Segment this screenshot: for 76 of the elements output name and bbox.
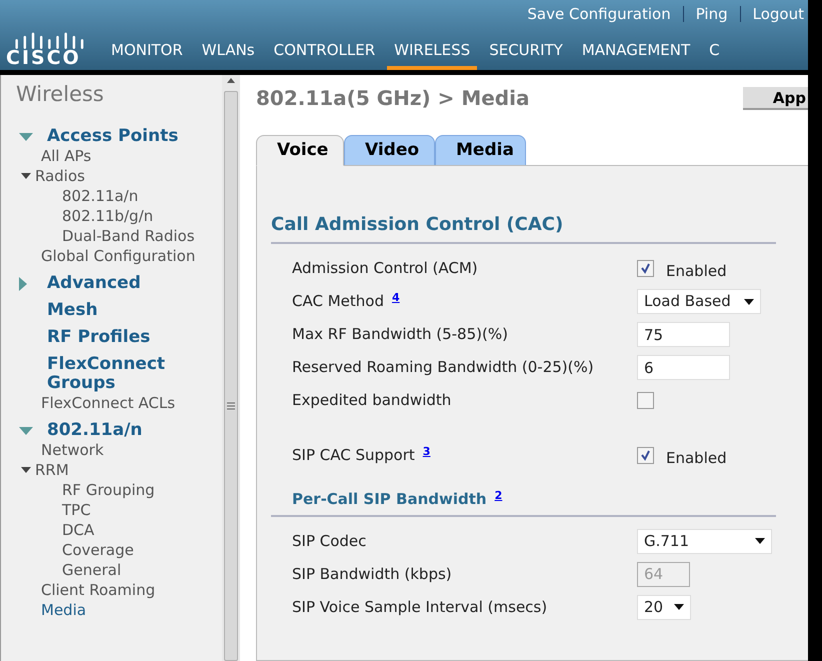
footnote-link[interactable]: 4 [392,290,400,307]
check-icon [640,263,651,274]
dropdown-arrow-icon [744,298,754,304]
sidebar-item[interactable]: Global Configuration [41,246,196,266]
sidebar-item[interactable]: FlexConnect ACLs [41,393,176,413]
sidebar-item[interactable]: Radios [35,166,85,186]
collapsed-triangle-icon[interactable] [19,276,27,290]
footnote-link[interactable]: 3 [422,444,430,461]
sidebar-item[interactable]: 802.11b/g/n [62,206,154,226]
sidebar-item[interactable]: DCA [62,520,94,540]
dropdown-arrow-icon [755,538,765,544]
dropdown-arrow-icon [674,604,684,610]
nav-tab[interactable]: SECURITY [482,40,570,70]
sidebar-item[interactable]: Coverage [62,540,134,560]
sidebar-section[interactable]: 802.11a/n [47,421,187,440]
expanded-caret-icon[interactable] [21,173,31,179]
sidebar-title: Wireless [15,81,105,107]
dropdown[interactable]: G.711 [637,528,772,554]
footnote-link[interactable]: 2 [494,488,502,504]
field-label: SIP Voice Sample Interval (msecs) [292,596,548,618]
input-field[interactable]: 75 [637,322,730,347]
sidebar-item[interactable]: TPC [62,500,91,520]
field-label: Admission Control (ACM) [292,258,478,280]
tab[interactable]: Voice [256,135,344,166]
apply-button[interactable]: App [742,87,808,110]
field-label: CAC Method [292,291,384,312]
expanded-caret-icon[interactable] [21,467,31,473]
expanded-triangle-icon[interactable] [19,132,33,140]
sidebar-item[interactable]: Network [41,440,104,460]
checkbox-label: Enabled [666,261,727,282]
checkbox-label: Enabled [666,448,727,470]
sidebar-item[interactable]: 802.11a/n [62,186,138,206]
grip-icon [227,402,235,410]
nav-tab[interactable]: MANAGEMENT [574,40,698,70]
section-heading: Call Admission Control (CAC) [271,213,564,237]
field-label: Reserved Roaming Bandwidth (0-25)(%) [292,357,594,378]
dropdown[interactable]: Load Based [637,289,761,314]
sidebar-item[interactable]: RF Grouping [62,480,155,500]
sidebar-section[interactable]: Access Points [47,127,187,146]
checkbox[interactable] [637,447,654,464]
sidebar-section[interactable]: FlexConnect Groups [47,355,187,393]
checkbox[interactable] [637,392,654,409]
dropdown[interactable]: 20 [637,594,691,620]
section-heading: Per-Call SIP Bandwidth [292,489,487,510]
sidebar-item[interactable]: Client Roaming [41,580,156,600]
page-title: 802.11a(5 GHz) > Media [256,85,530,111]
check-icon [640,450,651,461]
tab[interactable]: Video [344,135,435,166]
scrollbar-thumb[interactable] [224,91,238,661]
sidebar-item[interactable]: Dual-Band Radios [62,226,195,246]
checkbox[interactable] [637,260,654,277]
header-link[interactable]: Save Configuration [527,4,671,24]
logo-text: CISCO [6,49,81,67]
sidebar-item[interactable]: RRM [35,460,69,480]
nav-tab[interactable]: MONITOR [104,40,190,70]
scrollbar[interactable] [222,75,240,661]
sidebar-item[interactable]: All APs [41,146,92,166]
sidebar-section[interactable]: RF Profiles [47,328,187,347]
field-label: SIP CAC Support [292,445,415,466]
nav-tab[interactable]: C [702,40,727,70]
field-label: SIP Bandwidth (kbps) [292,564,452,585]
nav-tab[interactable]: CONTROLLER [266,40,382,70]
field-label: Max RF Bandwidth (5-85)(%) [292,324,508,346]
field-label: Expedited bandwidth [292,390,452,412]
input-field[interactable]: 6 [637,355,730,380]
header-link[interactable]: Logout [752,4,804,24]
field-label: SIP Codec [292,530,366,552]
sidebar-item[interactable]: Media [41,600,86,620]
sidebar-section[interactable]: Advanced [47,274,187,293]
header-link[interactable]: Ping [696,4,728,24]
scroll-up-arrow-icon[interactable] [227,78,235,83]
tab[interactable]: Media [435,135,526,166]
sidebar-section[interactable]: Mesh [47,301,187,320]
expanded-triangle-icon[interactable] [19,426,33,434]
nav-tab[interactable]: WLANs [194,40,262,70]
sidebar-item[interactable]: General [62,560,122,580]
